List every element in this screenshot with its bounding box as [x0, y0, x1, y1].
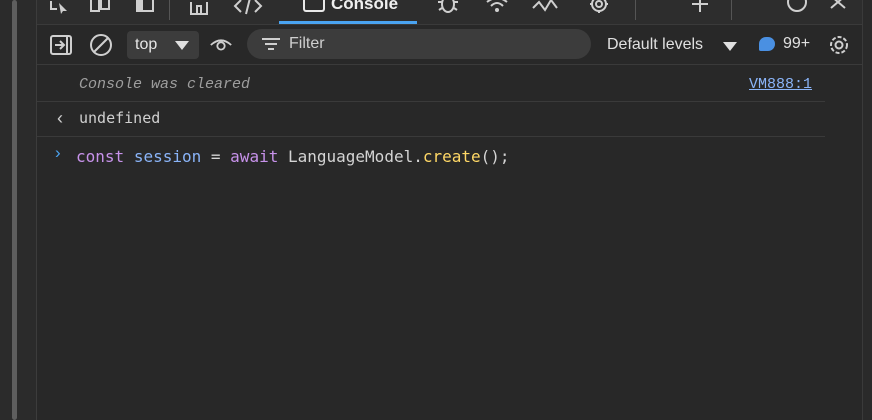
tab-separator: [635, 0, 636, 20]
issues-count: 99+: [783, 35, 811, 52]
context-selector[interactable]: top: [127, 31, 199, 59]
console-result-text: undefined: [79, 109, 161, 127]
code-variable: session: [133, 147, 202, 166]
tab-console-label: Console: [331, 0, 399, 13]
wifi-icon[interactable]: [483, 0, 511, 16]
log-levels-dropdown[interactable]: Default levels: [607, 36, 703, 54]
code-operator: =: [210, 147, 221, 166]
console-icon: [303, 0, 325, 12]
console-result-message: ‹ undefined: [37, 101, 825, 136]
console-toolbar: top Filter Default levels 99+: [37, 27, 863, 63]
tab-console[interactable]: Console: [279, 0, 419, 24]
console-cleared-text: Console was cleared: [79, 76, 251, 93]
bug-icon[interactable]: [435, 0, 461, 16]
tab-separator: [731, 0, 732, 20]
close-icon[interactable]: [829, 0, 849, 16]
source-link[interactable]: VM888:1: [749, 76, 812, 93]
help-icon[interactable]: [785, 0, 809, 16]
performance-icon[interactable]: [531, 0, 561, 16]
sidebar-icon[interactable]: [135, 0, 155, 16]
gear-icon[interactable]: [827, 33, 851, 57]
settings-gear-icon[interactable]: [585, 0, 613, 16]
console-input[interactable]: const session = await LanguageModel.crea…: [76, 147, 510, 166]
left-scrollbar[interactable]: [12, 0, 17, 420]
context-selector-label: top: [135, 36, 158, 53]
code-icon[interactable]: [233, 0, 263, 16]
left-gutter: [0, 0, 36, 420]
code-object: LanguageModel.: [287, 147, 423, 166]
active-tab-indicator: [279, 21, 417, 24]
devtools-tabbar: Console: [37, 0, 863, 25]
filter-input[interactable]: Filter: [247, 29, 591, 59]
clear-console-icon[interactable]: [49, 33, 73, 57]
inspect-icon[interactable]: [49, 0, 71, 16]
return-arrow-icon: ‹: [57, 108, 63, 128]
log-levels-label: Default levels: [607, 36, 704, 53]
prompt-chevron-icon: ›: [55, 143, 61, 162]
issues-counter[interactable]: 99+: [757, 32, 817, 58]
console-cleared-message: Console was cleared VM888:1: [37, 66, 825, 100]
tab-separator: [169, 0, 170, 20]
devtools-panel: Console top Filter Default levels 99+ Co…: [36, 0, 863, 420]
filter-icon: [262, 38, 280, 50]
home-icon[interactable]: [187, 0, 211, 16]
eye-icon[interactable]: [209, 33, 233, 57]
code-tail: ();: [480, 147, 510, 166]
right-scrollbar-track: [862, 0, 872, 420]
code-keyword: const: [76, 147, 125, 166]
no-entry-icon[interactable]: [89, 33, 113, 57]
console-prompt[interactable]: › const session = await LanguageModel.cr…: [37, 136, 825, 177]
code-keyword: await: [230, 147, 279, 166]
device-icon[interactable]: [89, 0, 111, 16]
filter-placeholder: Filter: [289, 35, 325, 52]
issues-icon: [759, 37, 775, 51]
chevron-down-icon: [175, 41, 189, 50]
code-function: create: [422, 147, 481, 166]
toolbar-divider: [37, 64, 863, 65]
plus-icon[interactable]: [689, 0, 711, 16]
chevron-down-icon: [723, 42, 737, 51]
